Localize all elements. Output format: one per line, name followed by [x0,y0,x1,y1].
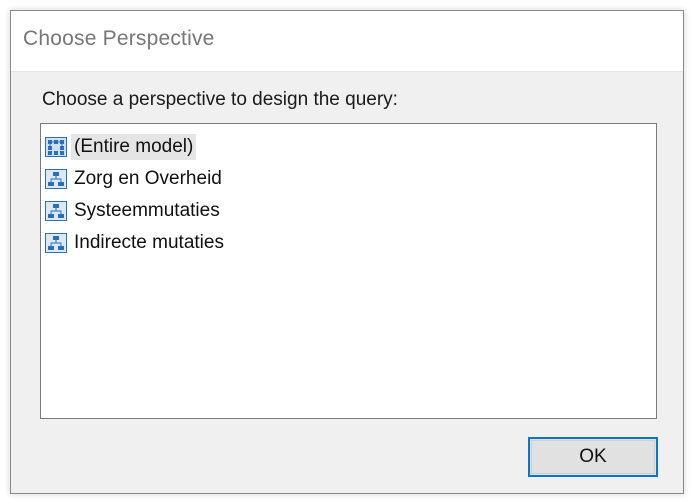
title-bar[interactable]: Choose Perspective [11,11,683,72]
list-item-label: (Entire model) [71,134,197,160]
perspective-icon [43,168,69,190]
list-item-indirecte-mutaties[interactable]: Indirecte mutaties [43,227,656,259]
list-item-zorg-en-overheid[interactable]: Zorg en Overheid [43,163,656,195]
list-item-systeemmutaties[interactable]: Systeemmutaties [43,195,656,227]
perspective-listbox[interactable]: (Entire model) Zorg en Overheid Systeemm… [40,123,657,419]
list-item-label: Systeemmutaties [74,200,220,221]
entire-model-icon [43,136,69,158]
perspective-icon [43,200,69,222]
prompt-label: Choose a perspective to design the query… [42,89,398,110]
ok-button-label: OK [579,446,607,467]
perspective-icon [43,232,69,254]
ok-button[interactable]: OK [528,437,658,477]
list-item-label: Zorg en Overheid [74,168,222,189]
list-item-entire-model[interactable]: (Entire model) [43,131,656,163]
list-item-label: Indirecte mutaties [74,232,224,253]
dialog-title: Choose Perspective [23,27,215,50]
choose-perspective-dialog: Choose Perspective Choose a perspective … [10,10,684,494]
